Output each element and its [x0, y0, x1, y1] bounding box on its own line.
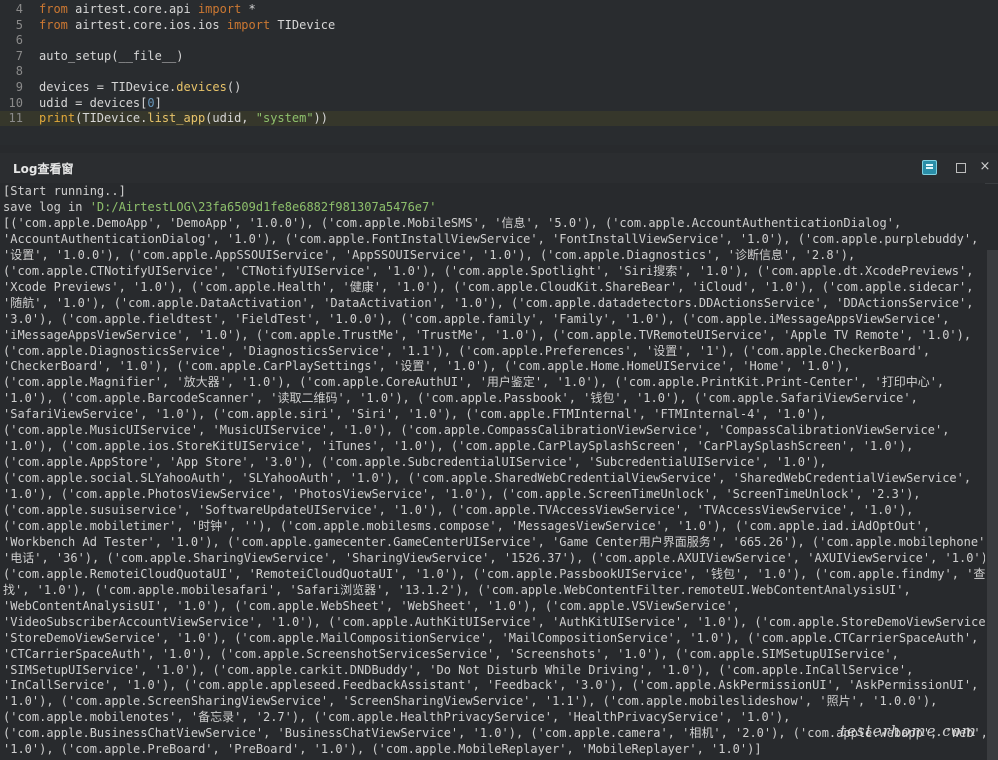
code-token: airtest.core.api: [75, 2, 198, 16]
log-line: 'WebContentAnalysisUI', '1.0'), ('com.ap…: [3, 598, 740, 613]
watermark: testerhome.com: [840, 722, 977, 740]
code-line[interactable]: 11 print(TIDevice.list_app(udid, "system"…: [0, 111, 998, 127]
line-number: 5: [15, 17, 23, 32]
log-line: save log in 'D:/AirtestLOG\23fa6509d1fe8…: [3, 199, 436, 215]
log-line: 'InCallService', '1.0'), ('com.apple.app…: [3, 678, 979, 693]
log-line: '随航', '1.0'), ('com.apple.DataActivation…: [3, 295, 974, 310]
code-token: )): [313, 111, 328, 126]
log-line: 'Workbench Ad Tester', '1.0'), ('com.app…: [3, 534, 985, 549]
code-token: (TIDevice.: [75, 111, 148, 126]
code-text: from airtest.core.ios.ios import TIDevic…: [39, 18, 335, 33]
code-token: devices: [176, 80, 227, 94]
log-line: ('com.apple.mobiletimer', '时钟', ''), ('c…: [3, 518, 931, 533]
code-token: ]: [154, 95, 162, 110]
code-token: from: [39, 2, 76, 16]
close-icon[interactable]: ×: [979, 160, 991, 174]
log-line: ('com.apple.MusicUIService', 'MusicUISer…: [3, 423, 950, 438]
code-token: import: [226, 17, 278, 32]
code-token: list_app: [147, 111, 206, 126]
code-token: import: [197, 2, 249, 16]
code-token: from: [39, 17, 76, 32]
code-text: devices = TIDevice.devices(): [39, 80, 241, 95]
code-token: print: [39, 111, 76, 126]
code-token: auto_setup(__file__): [39, 48, 184, 63]
code-line[interactable]: 10 udid = devices[0]: [0, 96, 998, 111]
code-text: from airtest.core.api import *: [39, 2, 256, 17]
code-token: devices = TIDevice.: [39, 80, 177, 94]
log-line: [Start running..]: [3, 184, 126, 198]
log-line: 'AccountAuthenticationDialog', '1.0'), (…: [3, 231, 979, 246]
code-line[interactable]: 4 from airtest.core.api import *: [0, 2, 998, 17]
code-token: *: [248, 2, 256, 16]
line-number: 6: [15, 33, 23, 48]
log-line: '1.0'), ('com.apple.ScreenSharingViewSer…: [3, 694, 938, 709]
log-line: 'SIMSetupUIService', '1.0'), ('com.apple…: [3, 662, 914, 677]
log-line: '1.0'), ('com.apple.ios.StoreKitUIServic…: [3, 439, 914, 454]
code-line[interactable]: 6: [0, 33, 998, 48]
log-panel-header: Log查看窗 ×: [0, 153, 998, 184]
log-line: 找', '1.0'), ('com.apple.mobilesafari', '…: [3, 582, 911, 597]
log-line: ('com.apple.social.SLYahooAuth', 'SLYaho…: [3, 471, 972, 486]
filter-icon[interactable]: [922, 160, 937, 175]
log-line: ('com.apple.BusinessChatViewService', 'B…: [3, 726, 985, 741]
log-line: '1.0'), ('com.apple.PreBoard', 'PreBoard…: [3, 742, 762, 757]
code-text: auto_setup(__file__): [39, 49, 184, 64]
log-output[interactable]: [Start running..] save log in 'D:/Airtest…: [0, 183, 985, 760]
log-line: ('com.apple.RemoteiCloudQuotaUI', 'Remot…: [3, 566, 985, 581]
code-token: (udid,: [205, 111, 256, 126]
code-text: udid = devices[0]: [39, 96, 162, 111]
code-token: "system": [255, 111, 314, 126]
line-number: 4: [15, 2, 23, 16]
log-line: 'VideoSubscriberAccountViewService', '1.…: [3, 614, 985, 629]
code-line[interactable]: 5 from airtest.core.ios.ios import TIDevi…: [0, 18, 998, 33]
code-token: 0: [147, 95, 155, 110]
line-number: 11: [8, 111, 23, 126]
log-line: 'StoreDemoViewService', '1.0'), ('com.ap…: [3, 630, 979, 645]
log-line: ('com.apple.Magnifier', '放大器', '1.0'), (…: [3, 375, 945, 390]
log-line: [('com.apple.DemoApp', 'DemoApp', '1.0.0…: [3, 215, 902, 230]
line-number: 10: [8, 95, 23, 110]
code-editor[interactable]: 4 from airtest.core.api import * 5 from air…: [0, 0, 998, 145]
line-number: 9: [15, 80, 23, 94]
log-scrollbar[interactable]: [987, 250, 998, 760]
log-line: ('com.apple.DiagnosticsService', 'Diagno…: [3, 343, 931, 358]
log-line: '电话', '36'), ('com.apple.SharingViewServ…: [3, 550, 985, 565]
log-line: 'CTCarrierSpaceAuth', '1.0'), ('com.appl…: [3, 646, 899, 661]
log-path: 'D:/AirtestLOG\23fa6509d1fe8e6882f981307…: [89, 199, 437, 214]
code-token: airtest.core.ios.ios: [75, 17, 227, 32]
maximize-icon[interactable]: [956, 163, 966, 173]
code-token: udid = devices[: [39, 95, 148, 110]
log-text: save log in: [3, 199, 90, 214]
code-token: (): [226, 80, 242, 94]
panel-title: Log查看窗: [13, 162, 74, 176]
code-text: print(TIDevice.list_app(udid, "system")): [39, 111, 328, 126]
log-line: 'Xcode Previews', '1.0'), ('com.apple.He…: [3, 279, 974, 294]
log-line: ('com.apple.mobilenotes', '备忘录', '2.7'),…: [3, 710, 791, 725]
code-line[interactable]: 9 devices = TIDevice.devices(): [0, 80, 998, 95]
log-line: ('com.apple.CTNotifyUIService', 'CTNotif…: [3, 263, 974, 278]
log-line: '1.0'), ('com.apple.PhotosViewService', …: [3, 487, 921, 502]
log-line: 'CheckerBoard', '1.0'), ('com.apple.CarP…: [3, 359, 851, 374]
log-line: 'SafariViewService', '1.0'), ('com.apple…: [3, 407, 827, 422]
code-line[interactable]: 7 auto_setup(__file__): [0, 49, 998, 64]
log-line: 'iMessageAppsViewService', '1.0'), ('com…: [3, 327, 972, 342]
log-line: ('com.apple.susuiservice', 'SoftwareUpda…: [3, 503, 914, 517]
code-token: TIDevice: [277, 17, 336, 32]
log-line: '设置', '1.0.0'), ('com.apple.AppSSOUIServ…: [3, 247, 856, 262]
line-number: 8: [15, 64, 23, 79]
log-line: ('com.apple.AppStore', 'App Store', '3.0…: [3, 455, 827, 470]
code-line[interactable]: 8: [0, 64, 998, 79]
log-line: '3.0'), ('com.apple.fieldtest', 'FieldTe…: [3, 311, 950, 326]
log-line: '1.0'), ('com.apple.BarcodeScanner', '读取…: [3, 391, 918, 406]
line-number: 7: [15, 48, 23, 63]
